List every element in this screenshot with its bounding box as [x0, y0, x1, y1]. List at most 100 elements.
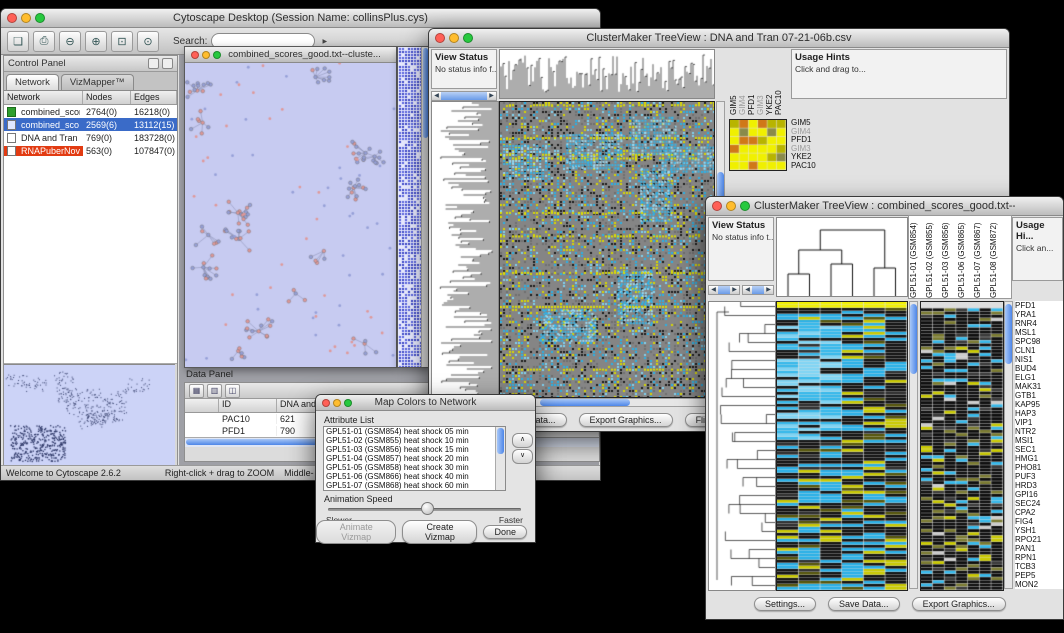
edges-column-header[interactable]: Edges: [131, 91, 177, 104]
scroll-right-icon[interactable]: ▶: [764, 286, 773, 294]
zoom-in-icon[interactable]: ⊕: [85, 31, 107, 52]
birdseye-view-canvas[interactable]: [4, 364, 175, 466]
scroll-track[interactable]: [441, 92, 487, 100]
gene-label: HRD3: [1015, 481, 1063, 490]
table-icon[interactable]: ▦: [189, 384, 204, 398]
database-icon[interactable]: ◫: [225, 384, 240, 398]
close-button[interactable]: [435, 33, 445, 43]
dense-network-canvas[interactable]: [398, 47, 421, 367]
navigator-scrollbar[interactable]: ◀ ▶: [431, 91, 497, 101]
treeview-button[interactable]: Settings...: [754, 597, 816, 611]
icon-column-header[interactable]: [185, 399, 219, 412]
navigator-scrollbar[interactable]: ◀ ▶: [742, 285, 774, 295]
combined_scores[interactable]: combined_scores 2764(0) 16218(0): [4, 105, 177, 118]
zoom-button[interactable]: [740, 201, 750, 211]
move-up-button[interactable]: ∧: [512, 433, 533, 448]
minimize-button[interactable]: [333, 399, 341, 407]
zoom-button[interactable]: [35, 13, 45, 23]
similarity-matrix-canvas[interactable]: [729, 119, 787, 171]
scroll-track[interactable]: [752, 286, 764, 294]
RNAPuberNov2[interactable]: RNAPuberNov2 563(0) 107847(0): [4, 144, 177, 157]
scroll-left-icon[interactable]: ◀: [743, 286, 752, 294]
treeview-button[interactable]: Save Data...: [828, 597, 900, 611]
network-name: combined_scores: [18, 107, 80, 117]
move-down-button[interactable]: ∨: [512, 449, 533, 464]
minimize-button[interactable]: [449, 33, 459, 43]
treeview-titlebar[interactable]: ClusterMaker TreeView : DNA and Tran 07-…: [429, 29, 1009, 48]
navigator-scrollbar[interactable]: ◀ ▶: [708, 285, 740, 295]
zoom-button[interactable]: [344, 399, 352, 407]
attribute-item[interactable]: GPL51-03 (GSM856) heat shock 15 min: [324, 445, 496, 454]
scroll-left-icon[interactable]: ◀: [709, 286, 718, 294]
attribute-item[interactable]: GPL51-01 (GSM854) heat shock 05 min: [324, 427, 496, 436]
zoom-out-icon[interactable]: ⊖: [59, 31, 81, 52]
row-dendrogram-canvas[interactable]: [708, 301, 776, 591]
list-vscrollbar[interactable]: [495, 427, 505, 490]
column-dendrogram-canvas[interactable]: [776, 217, 908, 297]
network-frame-titlebar[interactable]: combined_scores_good.txt--cluste...: [185, 47, 396, 63]
attribute-item[interactable]: GPL51-05 (GSM858) heat shock 30 min: [324, 463, 496, 472]
heatmap-canvas[interactable]: [499, 101, 715, 398]
combined_sco[interactable]: combined_sco 2569(6) 13112(15): [4, 118, 177, 131]
save-icon[interactable]: ⎙: [33, 31, 55, 52]
columns-icon[interactable]: ▥: [207, 384, 222, 398]
scrollbar-thumb[interactable]: [910, 304, 917, 374]
network-view-frame[interactable]: combined_scores_good.txt--cluste...: [184, 46, 397, 368]
treeview-combined-window[interactable]: ClusterMaker TreeView : combined_scores_…: [705, 196, 1064, 620]
secondary-vscrollbar[interactable]: [1004, 301, 1013, 589]
matrix-row-label: PAC10: [791, 162, 831, 171]
gene-label: NTR2: [1015, 427, 1063, 436]
treeview-button[interactable]: Export Graphics...: [579, 413, 673, 427]
close-button[interactable]: [712, 201, 722, 211]
scroll-right-icon[interactable]: ▶: [730, 286, 739, 294]
control-panel-tab[interactable]: VizMapper™: [61, 74, 134, 90]
attribute-listbox[interactable]: GPL51-01 (GSM854) heat shock 05 minGPL51…: [323, 426, 506, 491]
network-nodes-count: 2764(0): [83, 107, 131, 117]
zoom-selected-icon[interactable]: ⊙: [137, 31, 159, 52]
column-dendrogram-canvas[interactable]: [499, 49, 715, 99]
id-column-header[interactable]: ID: [219, 399, 277, 412]
attribute-item[interactable]: GPL51-06 (GSM866) heat shock 40 min: [324, 472, 496, 481]
zoom-fit-icon[interactable]: ⊡: [111, 31, 133, 52]
treeview-button[interactable]: Export Graphics...: [912, 597, 1006, 611]
secondary-heatmap-canvas[interactable]: [920, 301, 1004, 591]
DNA and Tran 07[interactable]: DNA and Tran 07 769(0) 183728(0): [4, 131, 177, 144]
slider-thumb[interactable]: [421, 502, 434, 515]
zoom-button[interactable]: [213, 51, 221, 59]
open-folder-icon[interactable]: ❏: [7, 31, 29, 52]
heatmap-canvas[interactable]: [776, 301, 908, 591]
scroll-left-icon[interactable]: ◀: [432, 92, 441, 100]
row-dendrogram-canvas[interactable]: [431, 101, 499, 398]
heatmap-vscrollbar[interactable]: [909, 301, 918, 589]
nodes-column-header[interactable]: Nodes: [83, 91, 131, 104]
minimize-button[interactable]: [21, 13, 31, 23]
close-button[interactable]: [7, 13, 17, 23]
close-panel-icon[interactable]: [162, 58, 173, 69]
float-panel-icon[interactable]: [148, 58, 159, 69]
dialog-titlebar[interactable]: Map Colors to Network: [316, 395, 535, 411]
attribute-item[interactable]: GPL51-04 (GSM857) heat shock 20 min: [324, 454, 496, 463]
attribute-item[interactable]: GPL51-07 (GSM868) heat shock 60 min: [324, 481, 496, 490]
treeview-titlebar[interactable]: ClusterMaker TreeView : combined_scores_…: [706, 197, 1063, 216]
dialog-button[interactable]: Done: [483, 525, 527, 539]
scrollbar-thumb[interactable]: [497, 428, 504, 454]
minimize-button[interactable]: [726, 201, 736, 211]
attribute-item[interactable]: GPL51-02 (GSM855) heat shock 10 min: [324, 436, 496, 445]
scroll-right-icon[interactable]: ▶: [487, 92, 496, 100]
dialog-button[interactable]: Animate Vizmap: [316, 520, 396, 544]
network-graph-canvas[interactable]: [185, 63, 396, 367]
scrollbar-thumb[interactable]: [1005, 304, 1012, 364]
control-panel-tab[interactable]: Network: [6, 74, 59, 90]
scrollbar-thumb[interactable]: [540, 399, 630, 406]
network-column-header[interactable]: Network: [4, 91, 83, 104]
search-dropdown-icon[interactable]: ▶: [319, 38, 330, 45]
background-network-frame[interactable]: [397, 46, 430, 368]
dialog-button[interactable]: Create Vizmap: [402, 520, 477, 544]
main-window-titlebar[interactable]: Cytoscape Desktop (Session Name: collins…: [1, 9, 600, 28]
minimize-button[interactable]: [202, 51, 210, 59]
close-button[interactable]: [322, 399, 330, 407]
close-button[interactable]: [191, 51, 199, 59]
zoom-button[interactable]: [463, 33, 473, 43]
map-colors-dialog[interactable]: Map Colors to Network Attribute List GPL…: [315, 394, 536, 543]
scroll-track[interactable]: [718, 286, 730, 294]
